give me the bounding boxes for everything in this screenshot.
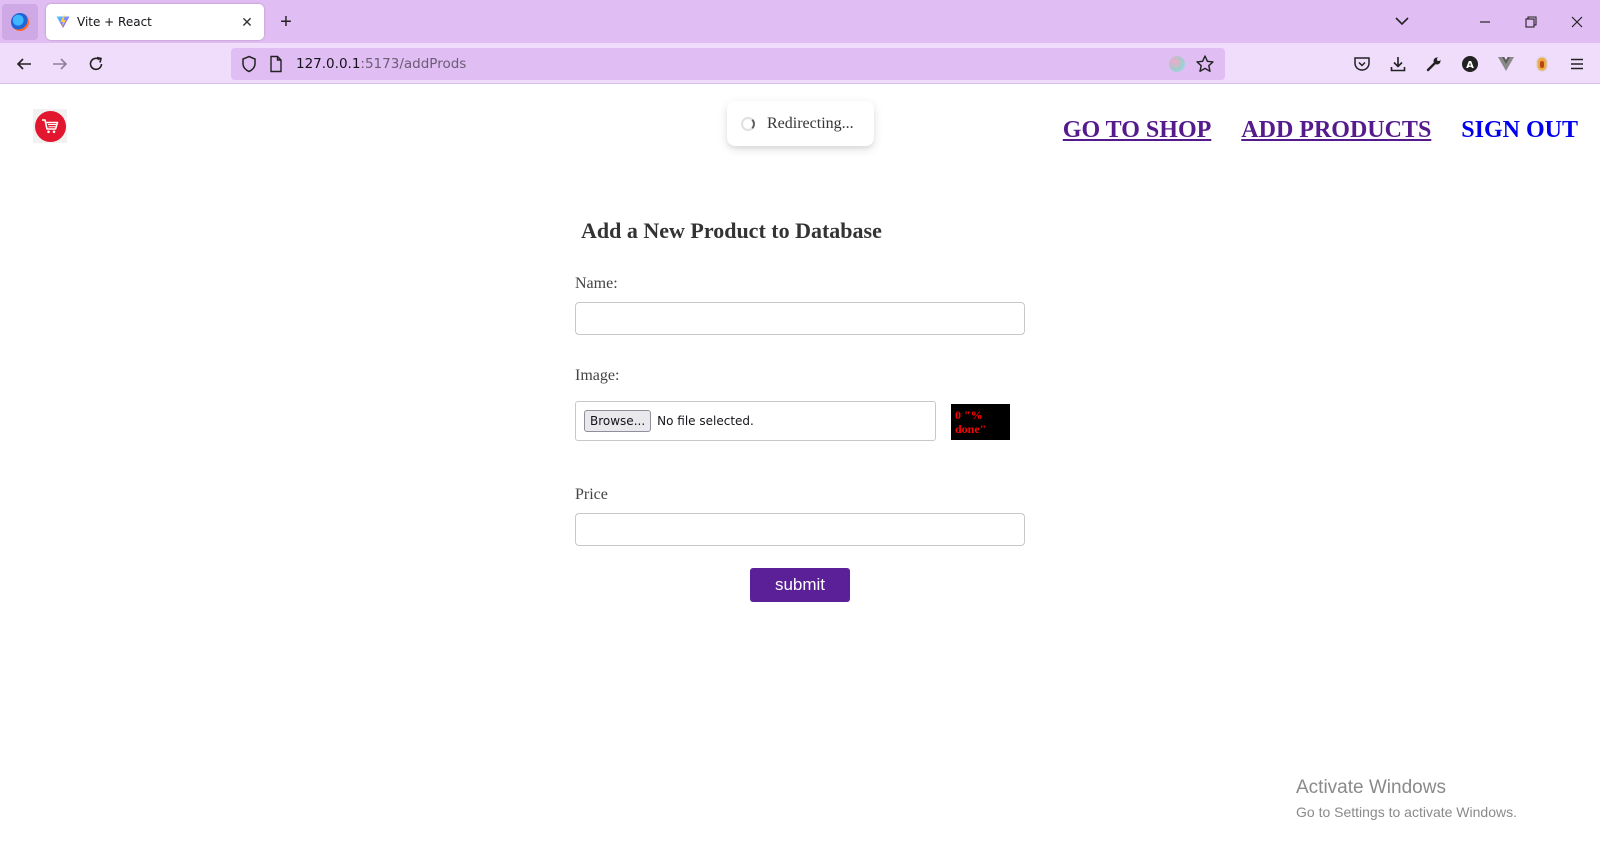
url-text: 127.0.0.1:5173/addProds [296, 56, 466, 72]
extension-icon[interactable] [1169, 56, 1185, 72]
navigation-toolbar: 127.0.0.1:5173/addProds A [0, 43, 1600, 84]
browser-tab[interactable]: Vite + React ✕ [46, 4, 264, 40]
vite-icon [56, 15, 70, 28]
shop-logo[interactable] [33, 109, 67, 143]
go-to-shop-link[interactable]: GO TO SHOP [1063, 117, 1212, 144]
upload-progress: 0 "% done" [951, 404, 1010, 440]
price-input[interactable] [575, 513, 1025, 546]
pocket-icon[interactable] [1348, 50, 1376, 78]
back-arrow-icon[interactable] [10, 50, 38, 78]
price-label: Price [575, 486, 608, 503]
name-input[interactable] [575, 302, 1025, 335]
add-products-link[interactable]: ADD PRODUCTS [1241, 117, 1431, 144]
submit-button[interactable]: submit [750, 568, 850, 602]
watermark-subtitle: Go to Settings to activate Windows. [1296, 804, 1517, 820]
page-icon[interactable] [268, 55, 284, 73]
extension-badge-icon[interactable] [1528, 50, 1556, 78]
cart-icon [34, 110, 66, 142]
firefox-icon [11, 13, 29, 31]
shield-icon[interactable] [240, 55, 258, 73]
name-label: Name: [575, 275, 618, 292]
firefox-view-button[interactable] [2, 4, 38, 40]
loading-spinner-icon [741, 116, 755, 131]
minimize-icon[interactable] [1471, 8, 1499, 36]
site-nav: GO TO SHOP ADD PRODUCTS SIGN OUT [1063, 117, 1578, 144]
tab-title: Vite + React [77, 15, 152, 29]
browse-button[interactable]: Browse... [584, 410, 652, 432]
close-tab-icon[interactable]: ✕ [236, 11, 258, 33]
url-path: :5173/addProds [360, 56, 467, 72]
address-bar[interactable]: 127.0.0.1:5173/addProds [231, 48, 1225, 80]
sign-out-link[interactable]: SIGN OUT [1461, 117, 1578, 144]
restore-icon[interactable] [1517, 8, 1545, 36]
wrench-icon[interactable] [1420, 50, 1448, 78]
account-icon[interactable]: A [1456, 50, 1484, 78]
forward-arrow-icon[interactable] [46, 50, 74, 78]
download-icon[interactable] [1384, 50, 1412, 78]
form-title: Add a New Product to Database [581, 218, 882, 243]
image-label: Image: [575, 367, 620, 384]
toast-message: Redirecting... [767, 114, 854, 132]
redirect-toast: Redirecting... [727, 101, 874, 146]
activate-windows-watermark: Activate Windows Go to Settings to activ… [1296, 777, 1517, 820]
menu-icon[interactable] [1563, 50, 1591, 78]
close-window-icon[interactable] [1563, 8, 1591, 36]
url-host: 127.0.0.1 [296, 56, 361, 72]
image-file-input[interactable]: Browse... No file selected. [575, 401, 936, 441]
watermark-title: Activate Windows [1296, 777, 1446, 798]
chevron-down-icon[interactable] [1392, 11, 1412, 31]
vue-devtools-icon[interactable] [1492, 50, 1520, 78]
star-icon[interactable] [1195, 54, 1215, 74]
reload-icon[interactable] [82, 50, 110, 78]
svg-text:A: A [1466, 60, 1474, 71]
new-tab-icon[interactable]: + [274, 10, 298, 34]
file-status-text: No file selected. [657, 414, 754, 428]
tab-strip: Vite + React ✕ + [0, 0, 1600, 43]
